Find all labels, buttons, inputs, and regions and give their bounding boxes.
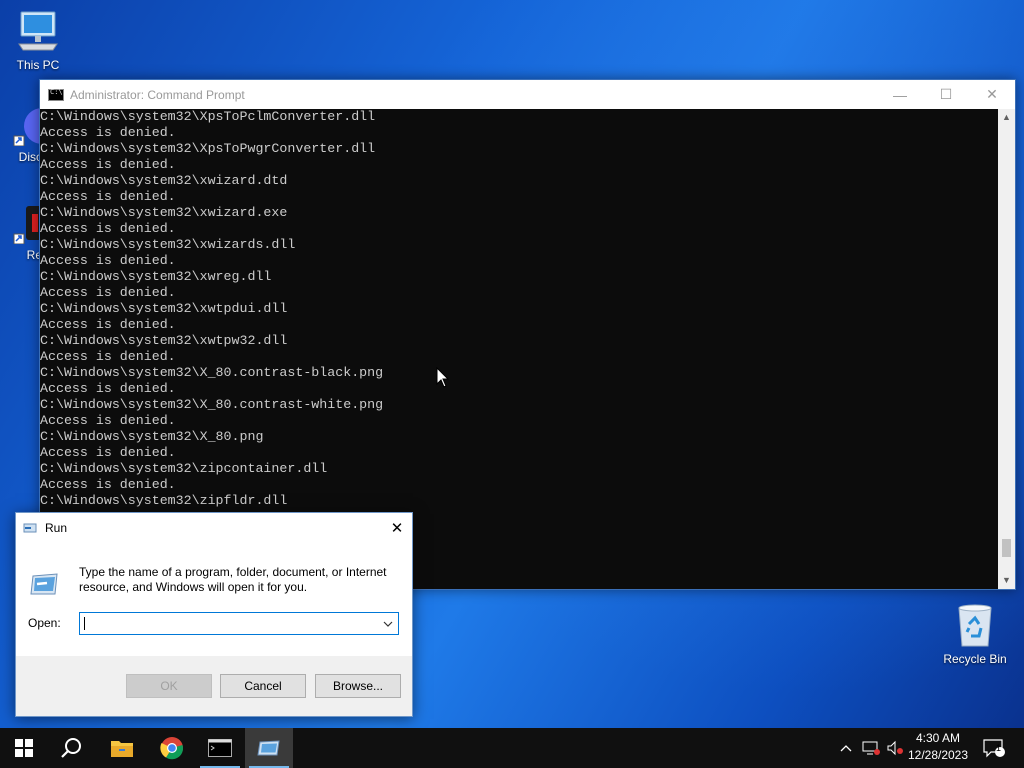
run-dialog[interactable]: Run ✕ Type the name of a program, folder…	[15, 512, 413, 717]
recycle-bin-icon	[958, 604, 992, 647]
console-line: Access is denied.	[40, 349, 176, 364]
taskbar-chrome[interactable]	[148, 728, 196, 768]
notification-center-button[interactable]: 1	[980, 728, 1008, 768]
console-line: Access is denied.	[40, 125, 176, 140]
console-line: C:\Windows\system32\X_80.contrast-black.…	[40, 365, 384, 380]
minimize-button[interactable]: —	[877, 80, 923, 109]
chrome-icon	[160, 737, 184, 760]
clock-time: 4:30 AM	[915, 731, 961, 745]
clock-date: 12/28/2023	[907, 748, 969, 762]
notification-icon	[983, 739, 1005, 758]
console-line: Access is denied.	[40, 413, 176, 428]
cmd-titlebar[interactable]: Administrator: Command Prompt — ☐ ✕	[40, 80, 1015, 109]
run-dialog-title: Run	[45, 521, 68, 535]
network-icon[interactable]	[860, 728, 882, 768]
open-label: Open:	[28, 616, 61, 630]
taskbar-clock[interactable]: 4:30 AM 12/28/2023	[904, 730, 972, 764]
run-content: Type the name of a program, folder, docu…	[16, 543, 412, 656]
chevron-down-icon[interactable]	[378, 613, 398, 634]
desktop-icon-label: This PC	[16, 58, 60, 72]
desktop-icon-discord[interactable]: Disc	[0, 106, 42, 164]
console-line: Access is denied.	[40, 445, 176, 460]
open-input[interactable]	[80, 613, 376, 634]
scroll-up-arrow-icon[interactable]: ▲	[998, 109, 1015, 126]
cmd-app-icon	[48, 88, 64, 101]
run-description: Type the name of a program, folder, docu…	[79, 565, 387, 594]
desktop-icon-this-pc[interactable]: This PC	[0, 10, 76, 72]
search-icon	[61, 738, 81, 758]
browse-button[interactable]: Browse...	[315, 674, 401, 698]
run-titlebar[interactable]: Run ✕	[16, 513, 412, 543]
taskbar-command-prompt[interactable]	[196, 728, 244, 768]
console-line: C:\Windows\system32\xwizard.exe	[40, 205, 288, 220]
start-button[interactable]	[0, 728, 48, 768]
vertical-scrollbar[interactable]: ▲ ▼	[998, 109, 1015, 589]
scrollbar-thumb[interactable]	[1002, 539, 1011, 557]
cmd-window-title: Administrator: Command Prompt	[70, 87, 245, 102]
console-line: Access is denied.	[40, 221, 176, 236]
console-line: C:\Windows\system32\xwizard.dtd	[40, 173, 288, 188]
console-line: C:\Windows\system32\XpsToPclmConverter.d…	[40, 109, 376, 124]
run-icon	[257, 740, 280, 756]
chevron-up-icon[interactable]	[836, 728, 856, 768]
console-line: C:\Windows\system32\zipcontainer.dll	[40, 461, 328, 476]
folder-icon	[111, 741, 133, 757]
run-icon	[23, 523, 37, 533]
mouse-pointer-icon	[436, 367, 450, 388]
computer-icon	[18, 11, 58, 51]
notification-count-badge: 1	[996, 743, 1002, 753]
terminal-icon	[208, 739, 232, 757]
console-line: C:\Windows\system32\xwreg.dll	[40, 269, 272, 284]
console-line: Access is denied.	[40, 477, 176, 492]
desktop-icon-recycle-bin[interactable]: Recycle Bin	[937, 602, 1013, 666]
search-button[interactable]	[48, 728, 96, 768]
console-line: C:\Windows\system32\XpsToPwgrConverter.d…	[40, 141, 376, 156]
console-line: C:\Windows\system32\xwizards.dll	[40, 237, 296, 252]
console-line: C:\Windows\system32\X_80.contrast-white.…	[40, 397, 384, 412]
console-line: C:\Windows\system32\zipfldr.dll	[40, 493, 288, 508]
scroll-down-arrow-icon[interactable]: ▼	[998, 572, 1015, 589]
desktop-icon-re[interactable]: Re	[0, 204, 42, 262]
open-combobox[interactable]	[79, 612, 399, 635]
maximize-button[interactable]: ☐	[923, 80, 969, 109]
text-caret	[84, 617, 85, 630]
run-close-button[interactable]: ✕	[382, 513, 412, 543]
taskbar-file-explorer[interactable]	[98, 728, 146, 768]
console-line: C:\Windows\system32\xwtpdui.dll	[40, 301, 288, 316]
console-line: Access is denied.	[40, 189, 176, 204]
console-line: Access is denied.	[40, 381, 176, 396]
console-line: Access is denied.	[40, 253, 176, 268]
console-line: C:\Windows\system32\xwtpw32.dll	[40, 333, 288, 348]
taskbar-run[interactable]	[245, 728, 293, 768]
close-button[interactable]: ✕	[969, 80, 1015, 109]
cancel-button[interactable]: Cancel	[220, 674, 306, 698]
desktop-icon-label: Recycle Bin	[943, 652, 1007, 666]
console-line: Access is denied.	[40, 285, 176, 300]
taskbar: 4:30 AM 12/28/2023 1	[0, 728, 1024, 768]
console-line: C:\Windows\system32\X_80.png	[40, 429, 264, 444]
console-line: Access is denied.	[40, 317, 176, 332]
windows-logo-icon	[15, 739, 33, 757]
run-program-icon	[30, 573, 58, 595]
app-icon	[13, 206, 42, 244]
discord-icon	[13, 108, 42, 146]
volume-muted-icon[interactable]	[884, 728, 906, 768]
run-button-bar: OK Cancel Browse...	[16, 656, 412, 716]
console-line: Access is denied.	[40, 157, 176, 172]
ok-button[interactable]: OK	[126, 674, 212, 698]
